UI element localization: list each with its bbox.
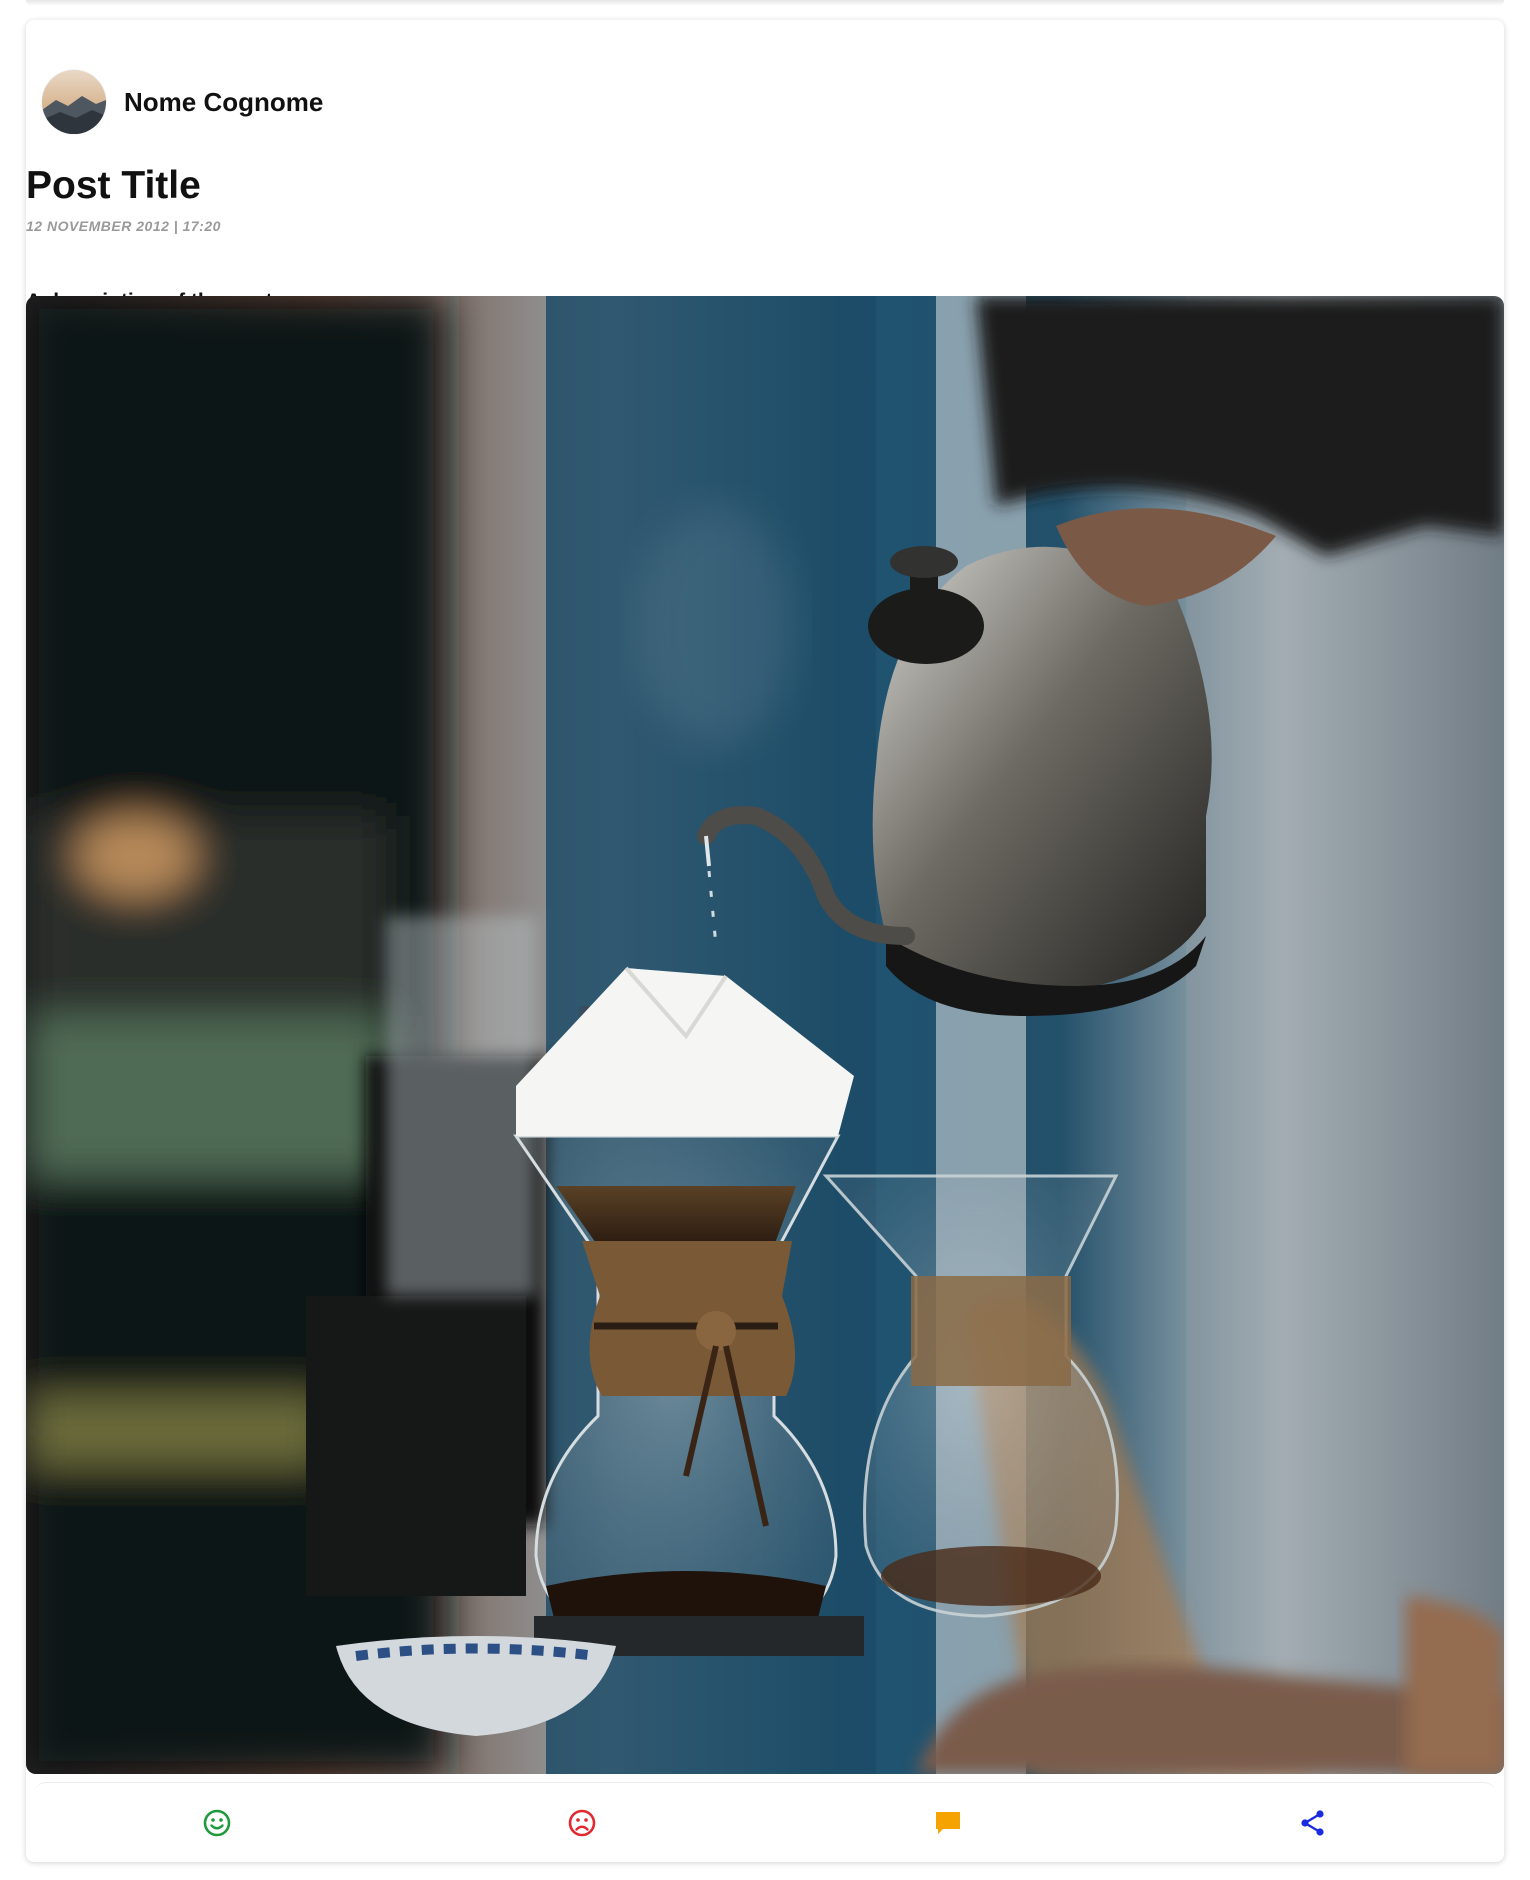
avatar[interactable] [42, 70, 106, 134]
avatar-landscape-icon [42, 70, 106, 134]
post-date: 12 NOVEMBER 2012 | 17:20 [26, 218, 221, 234]
like-button[interactable] [34, 1783, 400, 1862]
post-author[interactable]: Nome Cognome [42, 70, 323, 134]
dislike-button[interactable] [400, 1783, 766, 1862]
post-image[interactable] [26, 296, 1504, 1774]
frown-icon [568, 1809, 596, 1837]
share-icon [1301, 1810, 1324, 1836]
post-card: Nome Cognome Post Title 12 NOVEMBER 2012… [26, 20, 1504, 1862]
comment-icon [935, 1812, 960, 1834]
previous-card-edge [26, 0, 1504, 6]
action-bar [34, 1782, 1496, 1862]
post-title: Post Title [26, 164, 201, 207]
comment-button[interactable] [765, 1783, 1131, 1862]
smile-icon [203, 1809, 231, 1837]
share-button[interactable] [1131, 1783, 1497, 1862]
page: Nome Cognome Post Title 12 NOVEMBER 2012… [0, 0, 1530, 1880]
author-name[interactable]: Nome Cognome [124, 87, 323, 118]
pour-over-coffee-photo [26, 296, 1504, 1774]
